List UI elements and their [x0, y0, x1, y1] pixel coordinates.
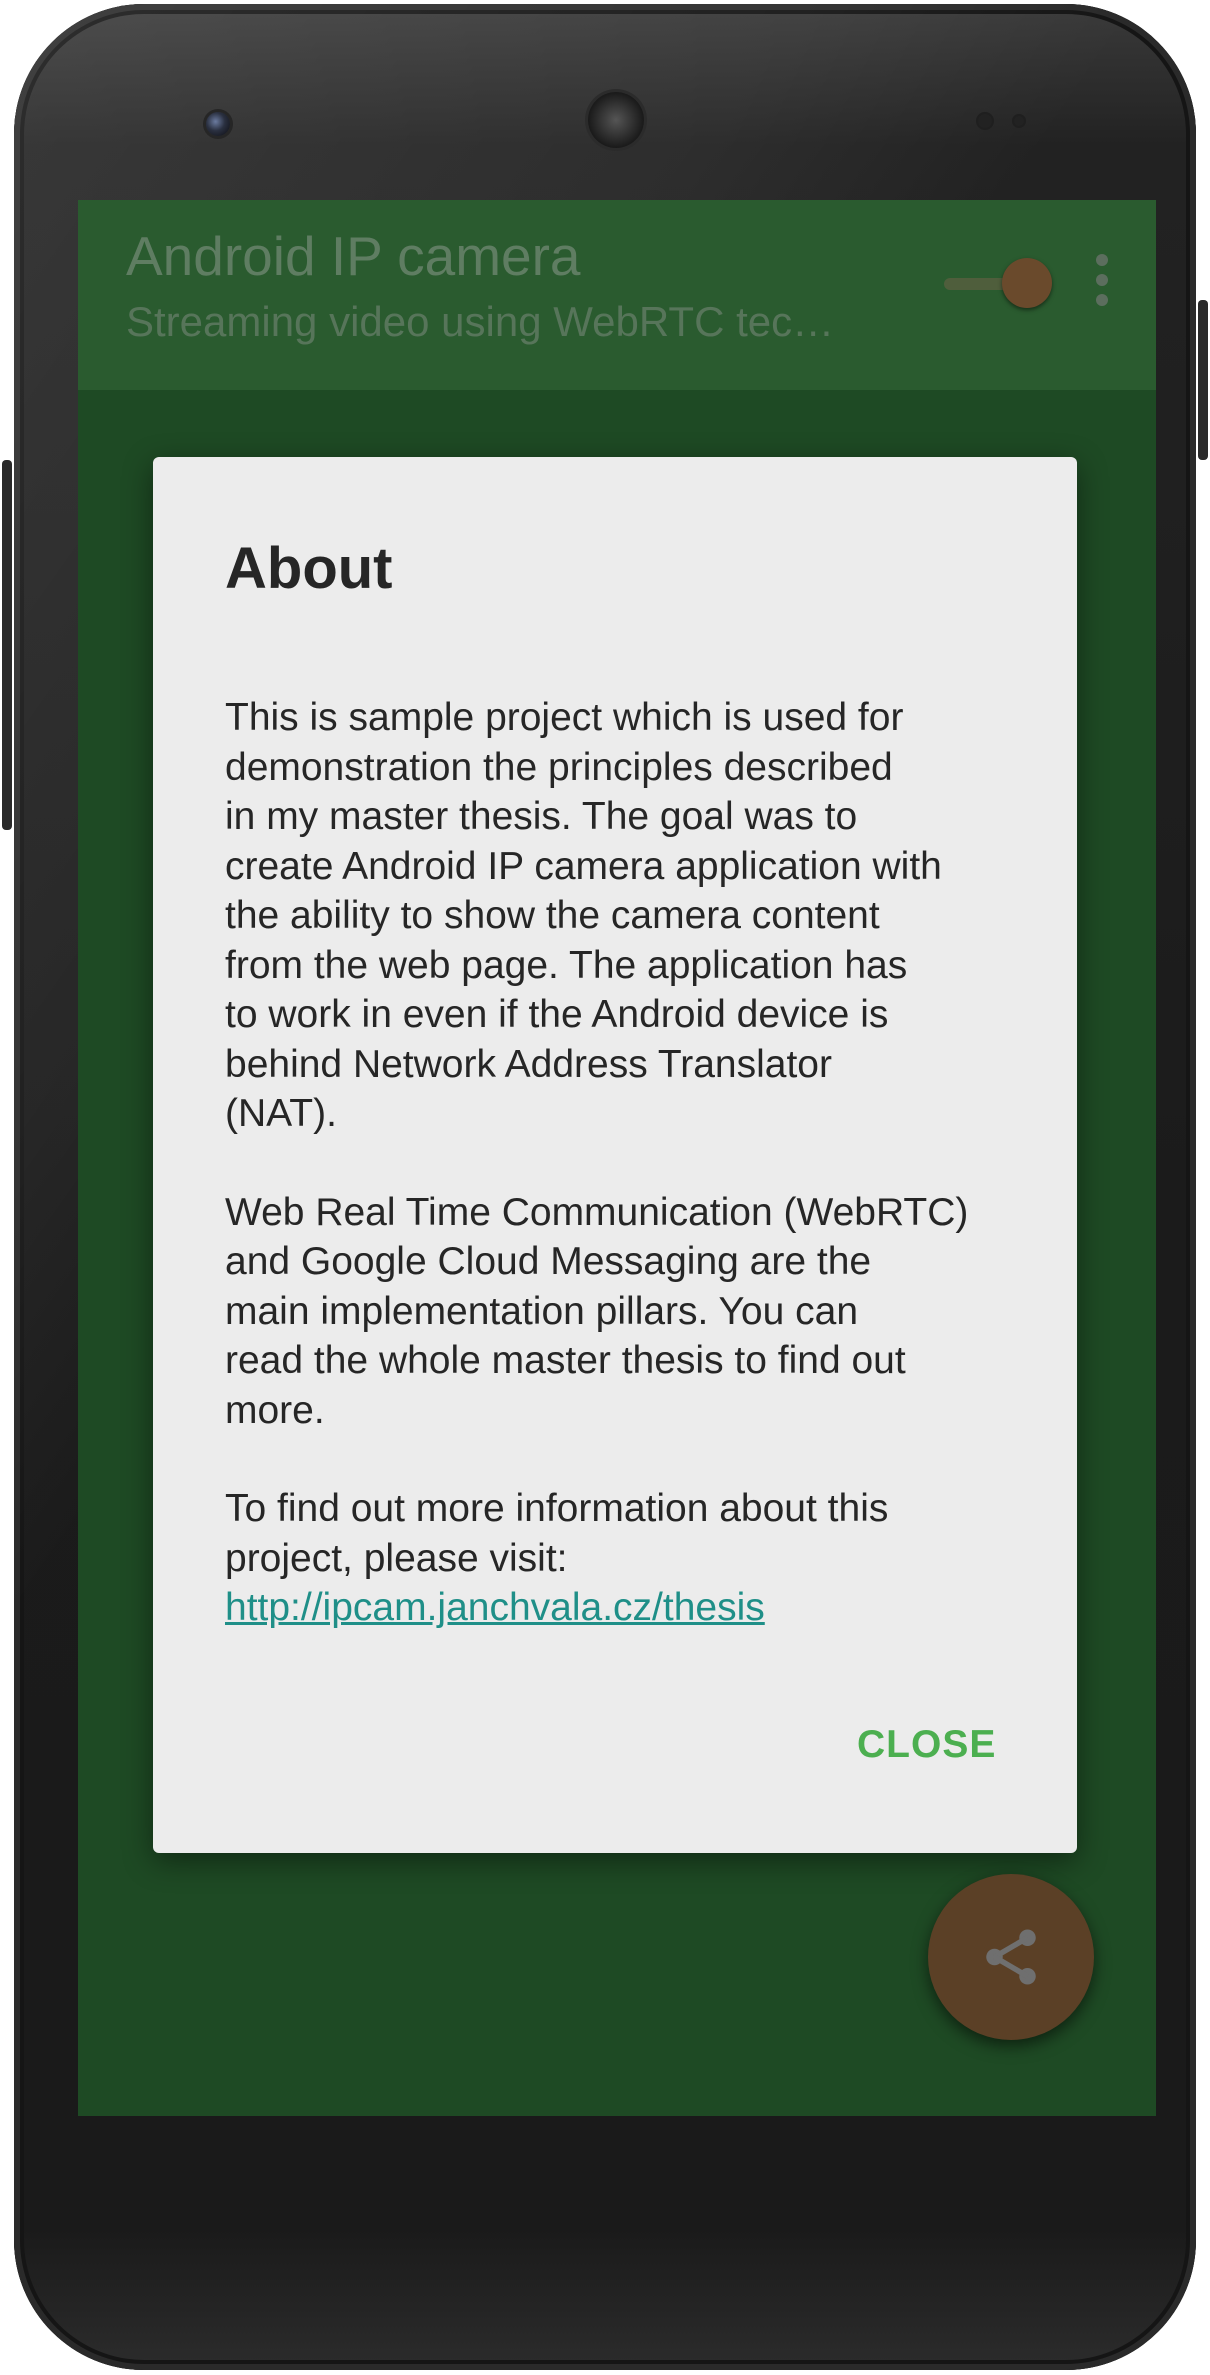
dialog-paragraph-1: This is sample project which is used for… — [225, 696, 942, 1135]
dialog-paragraph-3: To find out more information about this … — [225, 1484, 1025, 1633]
app-title: Android IP camera — [126, 225, 581, 287]
front-camera — [206, 112, 230, 136]
phone-frame: Android IP camera Streaming video using … — [14, 4, 1196, 2370]
about-dialog: About This is sample project which is us… — [153, 457, 1077, 1853]
thesis-link[interactable]: http://ipcam.janchvala.cz/thesis — [225, 1586, 765, 1629]
app-subtitle: Streaming video using WebRTC tec… — [126, 298, 835, 345]
app-toolbar: Android IP camera Streaming video using … — [78, 200, 1156, 390]
toggle-thumb — [1002, 258, 1052, 308]
dialog-body: This is sample project which is used for… — [225, 693, 1025, 1633]
close-button[interactable]: CLOSE — [857, 1723, 996, 1767]
proximity-sensor — [978, 114, 992, 128]
streaming-toggle[interactable] — [944, 256, 1056, 312]
dialog-paragraph-3-text: To find out more information about this … — [225, 1487, 889, 1580]
dialog-title: About — [225, 536, 393, 601]
earpiece-speaker — [588, 92, 644, 148]
share-icon — [986, 1929, 1036, 1985]
more-vert-icon[interactable] — [1088, 252, 1118, 308]
share-fab[interactable] — [928, 1874, 1094, 2040]
light-sensor — [1014, 116, 1024, 126]
screen: Android IP camera Streaming video using … — [78, 200, 1156, 2116]
power-button — [1198, 300, 1208, 460]
dialog-paragraph-2: Web Real Time Communication (WebRTC) and… — [225, 1190, 969, 1432]
volume-button — [2, 460, 12, 830]
